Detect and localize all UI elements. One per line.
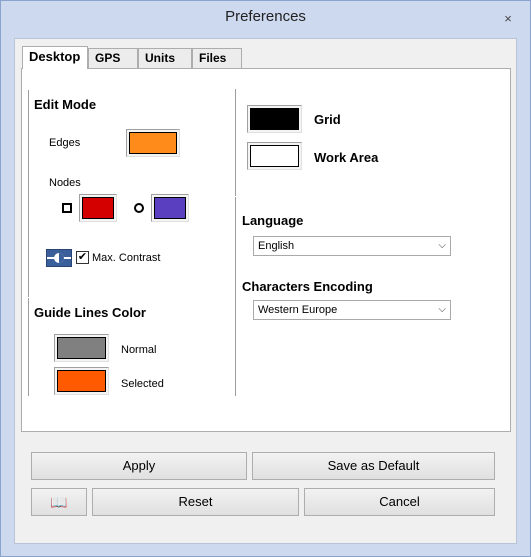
tab-gps[interactable]: GPS: [88, 48, 138, 68]
work-area-color-swatch: [250, 145, 299, 167]
tab-desktop[interactable]: Desktop: [22, 46, 88, 69]
help-book-button[interactable]: 📖: [31, 488, 87, 516]
chevron-down-icon: ⌵: [438, 240, 446, 251]
grid-label: Grid: [314, 112, 341, 127]
reset-button[interactable]: Reset: [92, 488, 299, 516]
contrast-icon-graphic: [47, 253, 71, 263]
max-contrast-label: Max. Contrast: [92, 252, 161, 264]
dialog-body: Desktop GPS Units Files Edit Mode Edges …: [14, 38, 517, 544]
tab-units[interactable]: Units: [138, 48, 192, 68]
edges-color-button[interactable]: [126, 129, 180, 157]
chevron-down-icon: ⌵: [438, 304, 446, 315]
language-selected-value: English: [258, 240, 295, 252]
close-icon[interactable]: ×: [500, 11, 516, 27]
circle-node-icon: [134, 203, 144, 213]
apply-button[interactable]: Apply: [31, 452, 247, 480]
normal-color-button[interactable]: [54, 334, 109, 362]
selected-label: Selected: [121, 378, 164, 390]
circle-node-color-button[interactable]: [151, 194, 189, 222]
square-node-color-button[interactable]: [79, 194, 117, 222]
preferences-window: Preferences × Desktop GPS Units Files Ed…: [0, 0, 531, 557]
language-select[interactable]: English ⌵: [253, 236, 451, 256]
grid-color-swatch: [250, 108, 299, 130]
grid-color-button[interactable]: [247, 105, 302, 133]
encoding-select[interactable]: Western Europe ⌵: [253, 300, 451, 320]
work-area-color-button[interactable]: [247, 142, 302, 170]
max-contrast-checkbox[interactable]: ✔: [76, 251, 89, 264]
cancel-button[interactable]: Cancel: [304, 488, 495, 516]
save-as-default-button[interactable]: Save as Default: [252, 452, 495, 480]
normal-label: Normal: [121, 344, 157, 356]
language-title: Language: [242, 213, 304, 228]
tab-files[interactable]: Files: [192, 48, 242, 68]
language-divider: [235, 196, 497, 197]
work-area-label: Work Area: [314, 150, 379, 165]
encoding-selected-value: Western Europe: [258, 304, 338, 316]
right-column-border: [235, 89, 236, 396]
selected-color-swatch: [57, 370, 106, 392]
selected-color-button[interactable]: [54, 367, 109, 395]
square-node-color-swatch: [82, 197, 114, 219]
title-bar[interactable]: Preferences ×: [1, 1, 530, 31]
square-node-icon: [62, 203, 72, 213]
edges-label: Edges: [49, 137, 81, 149]
edit-mode-title: Edit Mode: [34, 97, 97, 112]
edit-mode-divider: [28, 90, 234, 91]
encoding-title: Characters Encoding: [242, 279, 373, 294]
guide-lines-title: Guide Lines Color: [34, 305, 146, 320]
nodes-label: Nodes: [49, 177, 81, 189]
contrast-icon: [46, 249, 72, 267]
book-icon: 📖: [50, 494, 68, 510]
window-title: Preferences: [225, 8, 306, 25]
edges-color-swatch: [129, 132, 177, 154]
normal-color-swatch: [57, 337, 106, 359]
left-column-border: [28, 90, 29, 396]
desktop-panel: Edit Mode Edges Nodes ✔ Max. Contrast Gu…: [21, 68, 511, 432]
guide-lines-divider: [28, 297, 234, 298]
display-divider: [235, 89, 497, 90]
circle-node-color-swatch: [154, 197, 186, 219]
